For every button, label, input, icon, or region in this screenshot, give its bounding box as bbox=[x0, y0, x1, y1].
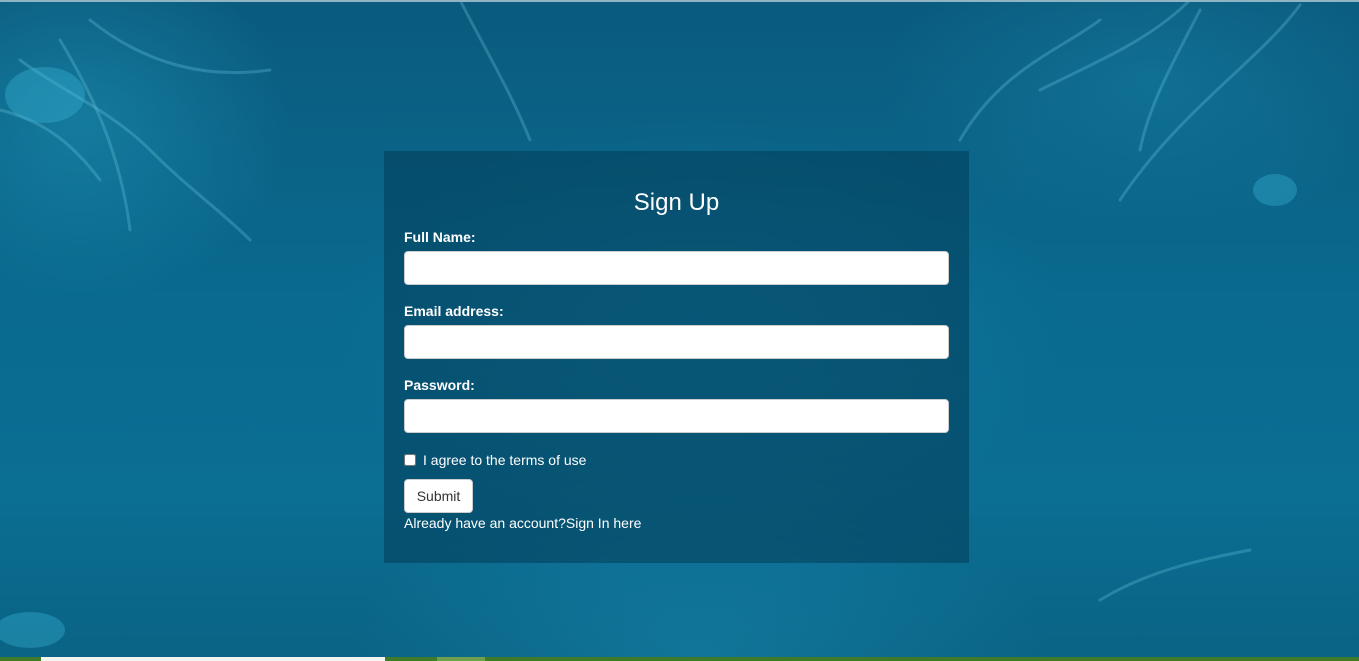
signin-prompt: Already have an account? bbox=[404, 515, 566, 531]
terms-checkbox[interactable] bbox=[404, 454, 416, 466]
form-title: Sign Up bbox=[633, 189, 720, 216]
terms-row: I agree to the terms of use bbox=[404, 451, 586, 469]
signin-link[interactable]: Sign In here bbox=[566, 515, 642, 531]
password-label: Password: bbox=[404, 377, 475, 393]
full-name-label: Full Name: bbox=[404, 229, 476, 245]
signin-row: Already have an account?Sign In here bbox=[404, 515, 641, 531]
terms-label[interactable]: I agree to the terms of use bbox=[423, 452, 586, 468]
password-group: Password: bbox=[404, 377, 949, 433]
full-name-input[interactable] bbox=[404, 251, 949, 285]
top-border bbox=[0, 0, 1359, 2]
password-input[interactable] bbox=[404, 399, 949, 433]
bottom-bar-segment bbox=[41, 657, 385, 661]
bottom-bar bbox=[0, 657, 1359, 661]
bottom-bar-segment bbox=[437, 657, 485, 661]
full-name-group: Full Name: bbox=[404, 229, 949, 285]
email-input[interactable] bbox=[404, 325, 949, 359]
email-label: Email address: bbox=[404, 303, 504, 319]
signup-panel: Sign Up Full Name: Email address: Passwo… bbox=[384, 151, 969, 563]
email-group: Email address: bbox=[404, 303, 949, 359]
submit-button[interactable]: Submit bbox=[404, 479, 473, 513]
